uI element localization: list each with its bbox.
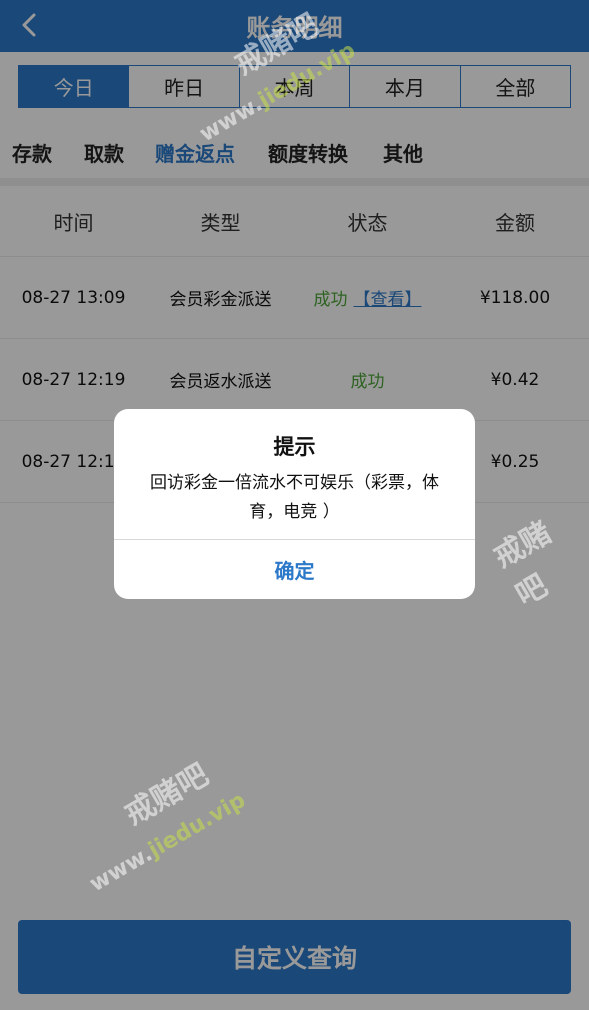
- watermark-logo: 戒赌吧: [470, 490, 589, 630]
- watermark-logo: 戒赌吧 www.jiedu.vip: [170, 7, 430, 150]
- confirm-button[interactable]: 确定: [114, 540, 475, 599]
- watermark-text: 戒赌吧: [487, 515, 558, 614]
- watermark-logo: 戒赌吧 www.jiedu.vip: [60, 757, 320, 900]
- alert-dialog: 提示 回访彩金一倍流水不可娱乐（彩票，体育，电竞 ） 确定: [114, 409, 475, 599]
- dialog-title: 提示: [273, 435, 316, 459]
- dialog-message: 回访彩金一倍流水不可娱乐（彩票，体育，电竞 ）: [150, 473, 439, 522]
